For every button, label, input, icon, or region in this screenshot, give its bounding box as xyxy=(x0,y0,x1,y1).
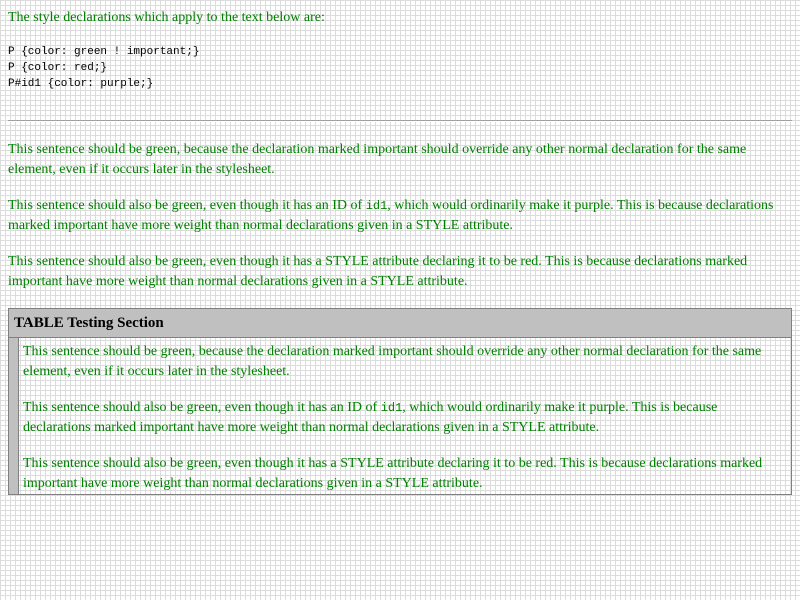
declaration-line: P#id1 {color: purple;} xyxy=(8,78,154,90)
table-header-row: TABLE Testing Section xyxy=(9,309,791,338)
table-paragraph-id1: This sentence should also be green, even… xyxy=(23,398,783,438)
paragraph-text: This sentence should also be green, even… xyxy=(8,198,366,213)
paragraph-text: This sentence should also be green, even… xyxy=(23,400,381,415)
declaration-line: P {color: red;} xyxy=(8,62,108,74)
id-code: id1 xyxy=(365,199,388,213)
intro-text: The style declarations which apply to th… xyxy=(8,10,325,25)
table-title: TABLE Testing Section xyxy=(9,309,791,338)
table-paragraph-style-attr: This sentence should also be green, even… xyxy=(23,456,763,491)
declaration-line: P {color: green ! important;} xyxy=(8,46,200,58)
table-body-row: This sentence should be green, because t… xyxy=(9,338,791,494)
table-gutter-cell xyxy=(9,338,19,494)
table-content-cell: This sentence should be green, because t… xyxy=(19,338,791,494)
test-paragraph-style-attr: This sentence should also be green, even… xyxy=(8,254,748,289)
test-paragraph-important: This sentence should be green, because t… xyxy=(8,142,747,177)
test-paragraph-id1: This sentence should also be green, even… xyxy=(8,196,792,236)
table-testing-section: TABLE Testing Section This sentence shou… xyxy=(8,308,792,495)
table-paragraph-important: This sentence should be green, because t… xyxy=(23,344,762,379)
id-code: id1 xyxy=(380,401,403,415)
style-declarations: P {color: green ! important;} P {color: r… xyxy=(8,44,792,92)
horizontal-rule xyxy=(8,120,792,122)
